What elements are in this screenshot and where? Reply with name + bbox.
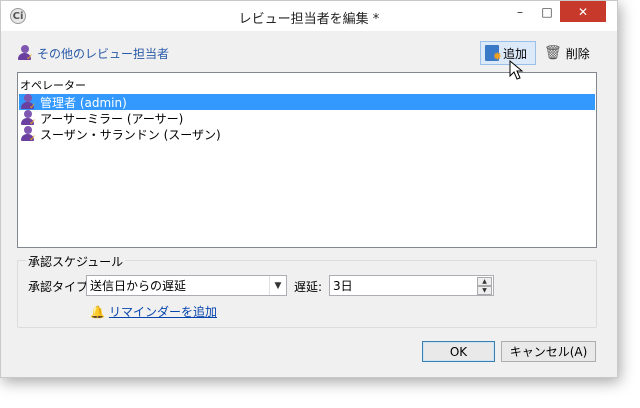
delete-button[interactable]: 🗑 削除 (540, 41, 596, 65)
list-header: オペレーター (20, 79, 86, 92)
delay-value: 3日 (333, 279, 353, 293)
operator-label: スーザン・サランドン (スーザン) (40, 127, 221, 142)
operator-icon: ✓ (20, 94, 37, 112)
list-item[interactable]: ✓ アーサーミラー (アーサー) (19, 110, 595, 128)
add-reminder-link[interactable]: リマインダーを追加 (109, 303, 217, 320)
other-reviewers-heading: ✓ その他のレビュー担当者 (17, 45, 170, 63)
title-bar: Ci レビュー担当者を編集 * – □ ✕ (1, 1, 617, 31)
approval-type-label: 承認タイプ: (28, 280, 93, 294)
approval-type-value: 送信日からの遅延 (90, 279, 187, 293)
minimize-button[interactable]: – (507, 1, 533, 22)
trash-icon: 🗑 (544, 45, 562, 61)
other-reviewers-label: その他のレビュー担当者 (37, 46, 170, 61)
operator-label: 管理者 (admin) (40, 95, 127, 110)
operator-list[interactable]: オペレーター ✓ 管理者 (admin) ✓ アーサーミラー (アーサー) ✓ … (17, 72, 597, 248)
mouse-cursor-icon (509, 60, 524, 80)
add-button-label: 追加 (503, 46, 528, 61)
ok-button[interactable]: OK (422, 341, 495, 362)
close-button[interactable]: ✕ (560, 1, 606, 22)
operator-icon: ✓ (20, 126, 37, 144)
edit-reviewers-dialog: Ci レビュー担当者を編集 * – □ ✕ ✓ その他のレビュー担当者 ✸ 追加… (0, 0, 618, 378)
maximize-button[interactable]: □ (534, 1, 560, 22)
add-operator-icon: ✸ (485, 45, 502, 63)
approval-schedule-group: 承認スケジュール 承認タイプ: 送信日からの遅延 ▼ 遅延: 3日 ▲ ▼ 🔔 … (17, 253, 597, 328)
bell-icon: 🔔 (90, 304, 105, 319)
operator-label: アーサーミラー (アーサー) (40, 111, 184, 126)
reviewer-icon: ✓ (17, 45, 34, 63)
spin-up-icon[interactable]: ▲ (477, 277, 492, 286)
spin-down-icon[interactable]: ▼ (477, 286, 492, 295)
approval-schedule-legend: 承認スケジュール (26, 253, 126, 270)
cancel-button[interactable]: キャンセル(A) (501, 341, 596, 362)
chevron-down-icon[interactable]: ▼ (269, 276, 286, 295)
add-button[interactable]: ✸ 追加 (480, 41, 536, 65)
operator-icon: ✓ (20, 110, 37, 128)
delay-spin-buttons[interactable]: ▲ ▼ (477, 277, 492, 295)
add-reminder[interactable]: 🔔 リマインダーを追加 (90, 303, 217, 320)
delay-label: 遅延: (294, 280, 323, 294)
approval-type-select[interactable]: 送信日からの遅延 ▼ (86, 275, 287, 296)
delete-button-label: 削除 (565, 46, 590, 61)
list-item[interactable]: ✓ 管理者 (admin) (19, 94, 595, 112)
delay-stepper[interactable]: 3日 ▲ ▼ (329, 275, 494, 296)
list-item[interactable]: ✓ スーザン・サランドン (スーザン) (19, 126, 595, 144)
